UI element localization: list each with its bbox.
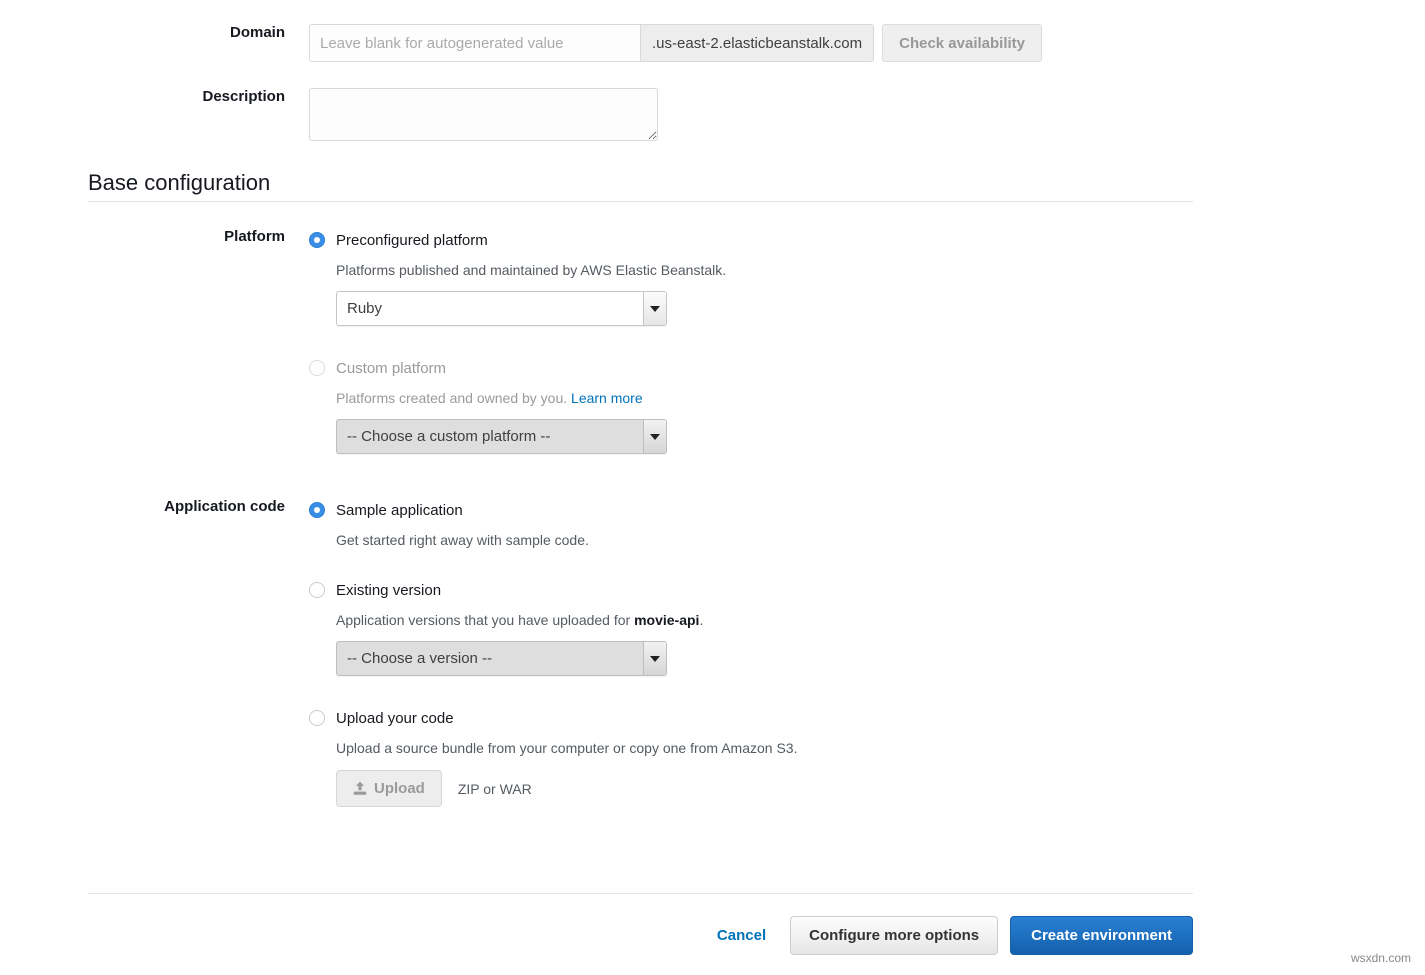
existing-version-description-text: Application versions that you have uploa… <box>336 612 631 628</box>
upload-line: Upload ZIP or WAR <box>336 770 1425 807</box>
existing-version-title[interactable]: Existing version <box>336 582 441 599</box>
base-configuration-heading: Base configuration <box>88 170 271 195</box>
environment-create-form: Domain .us-east-2.elasticbeanstalk.com C… <box>0 0 1425 975</box>
platform-select-value: Ruby <box>347 300 383 317</box>
existing-version-application-name: movie-api <box>634 612 700 628</box>
chevron-down-icon[interactable] <box>643 420 666 453</box>
existing-version-description: Application versions that you have uploa… <box>336 612 1425 628</box>
custom-platform-description-text: Platforms created and owned by you. <box>336 390 568 406</box>
create-environment-button[interactable]: Create environment <box>1010 916 1193 955</box>
description-control-area <box>285 88 1425 141</box>
platform-select[interactable]: Ruby <box>336 291 667 326</box>
existing-version-description-suffix: . <box>699 612 704 628</box>
upload-hint: ZIP or WAR <box>457 780 532 797</box>
radio-existing-version[interactable] <box>309 582 325 598</box>
platform-options: Preconfigured platform Platforms publish… <box>285 228 1425 454</box>
upload-your-code-title[interactable]: Upload your code <box>336 710 454 727</box>
option-preconfigured-platform: Preconfigured platform Platforms publish… <box>309 228 1425 326</box>
watermark: wsxdn.com <box>1350 951 1411 965</box>
upload-your-code-description: Upload a source bundle from your compute… <box>336 740 798 756</box>
upload-your-code-head[interactable]: Upload your code <box>309 706 1425 730</box>
check-availability-button[interactable]: Check availability <box>882 24 1043 62</box>
custom-platform-select[interactable]: -- Choose a custom platform -- <box>336 419 667 454</box>
radio-sample-application[interactable] <box>309 502 325 518</box>
custom-platform-title[interactable]: Custom platform <box>336 360 446 377</box>
sample-application-title[interactable]: Sample application <box>336 502 463 519</box>
option-sample-application: Sample application Get started right awa… <box>309 498 1425 548</box>
option-upload-your-code: Upload your code Upload a source bundle … <box>309 706 1425 807</box>
domain-input[interactable] <box>309 24 640 62</box>
custom-platform-description: Platforms created and owned by you. Lear… <box>336 390 1425 406</box>
preconfigured-platform-head[interactable]: Preconfigured platform <box>309 228 1425 252</box>
custom-platform-learn-more-link[interactable]: Learn more <box>571 390 643 406</box>
upload-icon <box>353 781 367 796</box>
version-select-value: -- Choose a version -- <box>347 650 493 667</box>
footer-divider <box>88 893 1193 894</box>
description-textarea[interactable] <box>309 88 658 141</box>
upload-button-label: Upload <box>374 780 425 797</box>
preconfigured-platform-title[interactable]: Preconfigured platform <box>336 232 488 249</box>
version-select[interactable]: -- Choose a version -- <box>336 641 667 676</box>
radio-upload-your-code[interactable] <box>309 710 325 726</box>
domain-row: Domain .us-east-2.elasticbeanstalk.com C… <box>0 24 1425 62</box>
platform-label: Platform <box>224 228 285 245</box>
radio-custom-platform[interactable] <box>309 360 325 376</box>
upload-button[interactable]: Upload <box>336 770 442 807</box>
custom-platform-select-value: -- Choose a custom platform -- <box>347 428 551 445</box>
cancel-button[interactable]: Cancel <box>717 927 790 944</box>
preconfigured-platform-description: Platforms published and maintained by AW… <box>336 262 727 278</box>
sample-application-head[interactable]: Sample application <box>309 498 1425 522</box>
option-custom-platform: Custom platform Platforms created and ow… <box>309 356 1425 454</box>
application-code-label: Application code <box>164 498 285 515</box>
chevron-down-icon[interactable] <box>643 292 666 325</box>
domain-control-area: .us-east-2.elasticbeanstalk.com Check av… <box>285 24 1425 62</box>
description-label: Description <box>202 88 285 105</box>
form-actions: Cancel Configure more options Create env… <box>0 916 1193 955</box>
domain-label: Domain <box>229 24 285 41</box>
configure-more-options-button[interactable]: Configure more options <box>790 916 999 955</box>
base-configuration-divider <box>88 201 1193 202</box>
description-row: Description <box>0 88 1425 141</box>
sample-application-description: Get started right away with sample code. <box>336 532 589 548</box>
custom-platform-head[interactable]: Custom platform <box>309 356 1425 380</box>
option-existing-version: Existing version Application versions th… <box>309 578 1425 676</box>
platform-row: Platform Preconfigured platform Platform… <box>0 228 1425 454</box>
application-code-row: Application code Sample application Get … <box>0 498 1425 807</box>
existing-version-head[interactable]: Existing version <box>309 578 1425 602</box>
domain-input-group: .us-east-2.elasticbeanstalk.com Check av… <box>309 24 1425 62</box>
domain-suffix: .us-east-2.elasticbeanstalk.com <box>640 24 875 62</box>
chevron-down-icon[interactable] <box>643 642 666 675</box>
application-code-options: Sample application Get started right awa… <box>285 498 1425 807</box>
radio-preconfigured-platform[interactable] <box>309 232 325 248</box>
